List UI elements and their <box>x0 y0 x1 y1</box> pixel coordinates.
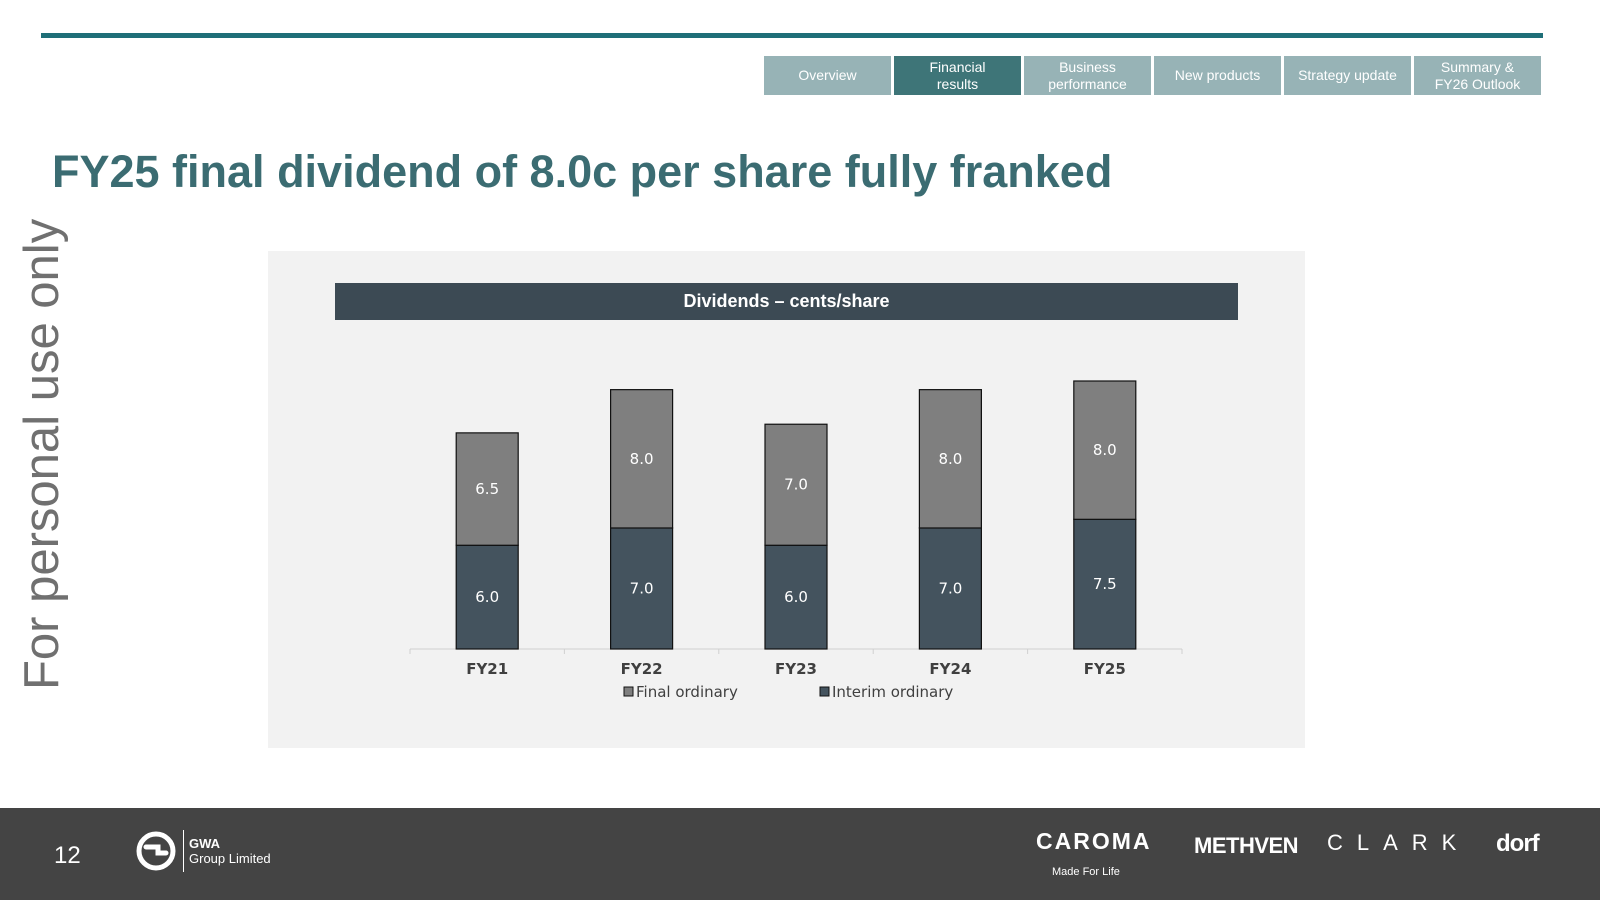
gwa-logo-icon <box>136 831 176 871</box>
data-label-interim-ordinary-fy21: 6.0 <box>475 588 499 606</box>
gwa-suffix: Group Limited <box>189 851 271 866</box>
top-accent-rule <box>41 33 1543 38</box>
methven-logo: METHVEN <box>1194 833 1299 858</box>
tab-overview[interactable]: Overview <box>764 56 891 95</box>
data-label-final-ordinary-fy24: 8.0 <box>938 450 962 468</box>
x-tick-label-fy25: FY25 <box>1084 660 1126 678</box>
caroma-logo: CAROMA <box>1036 828 1152 854</box>
gwa-name: GWA <box>189 836 221 851</box>
tab-summary-outlook[interactable]: Summary & FY26 Outlook <box>1414 56 1541 95</box>
legend-swatch-interim-ordinary <box>819 686 830 697</box>
side-watermark: For personal use only <box>15 218 69 690</box>
gwa-logo-text: GWA Group Limited <box>189 836 271 866</box>
gwa-logo-divider <box>183 830 184 872</box>
tab-financial-results[interactable]: Financial results <box>894 56 1021 95</box>
data-label-final-ordinary-fy25: 8.0 <box>1093 441 1117 459</box>
dorf-logo: dorf <box>1496 830 1540 857</box>
tab-business-performance[interactable]: Business performance <box>1024 56 1151 95</box>
data-label-final-ordinary-fy21: 6.5 <box>475 480 499 498</box>
chart-panel: Dividends – cents/share 6.0 6.5 FY21 7.0 8.0… <box>268 251 1305 748</box>
x-tick-label-fy23: FY23 <box>775 660 817 678</box>
x-tick-label-fy24: FY24 <box>929 660 971 678</box>
gwa-logo: GWA Group Limited <box>136 830 271 872</box>
data-label-interim-ordinary-fy22: 7.0 <box>630 579 654 597</box>
tab-strategy-update[interactable]: Strategy update <box>1284 56 1411 95</box>
section-nav: Overview Financial results Business perf… <box>764 56 1541 95</box>
legend-label-interim-ordinary: Interim ordinary <box>832 683 953 701</box>
footer: 12 GWA Group Limited CAROMA Made For Lif… <box>0 808 1600 900</box>
data-label-interim-ordinary-fy25: 7.5 <box>1093 575 1117 593</box>
data-label-interim-ordinary-fy24: 7.0 <box>938 579 962 597</box>
clark-logo: CLARK <box>1327 830 1471 855</box>
tab-new-products[interactable]: New products <box>1154 56 1281 95</box>
dividends-chart: 6.0 6.5 FY21 7.0 8.0 FY22 6.0 7.0 FY23 7.0 8.0 FY24… <box>409 380 1183 701</box>
data-label-final-ordinary-fy23: 7.0 <box>784 476 808 494</box>
x-tick-label-fy21: FY21 <box>466 660 508 678</box>
data-label-final-ordinary-fy22: 8.0 <box>630 450 654 468</box>
x-tick-label-fy22: FY22 <box>621 660 663 678</box>
page-number: 12 <box>54 842 81 869</box>
legend-label-final-ordinary: Final ordinary <box>636 683 738 701</box>
legend-swatch-final-ordinary <box>623 686 634 697</box>
caroma-tagline: Made For Life <box>1052 866 1120 878</box>
data-label-interim-ordinary-fy23: 6.0 <box>784 588 808 606</box>
page-title: FY25 final dividend of 8.0c per share fu… <box>52 146 1113 197</box>
